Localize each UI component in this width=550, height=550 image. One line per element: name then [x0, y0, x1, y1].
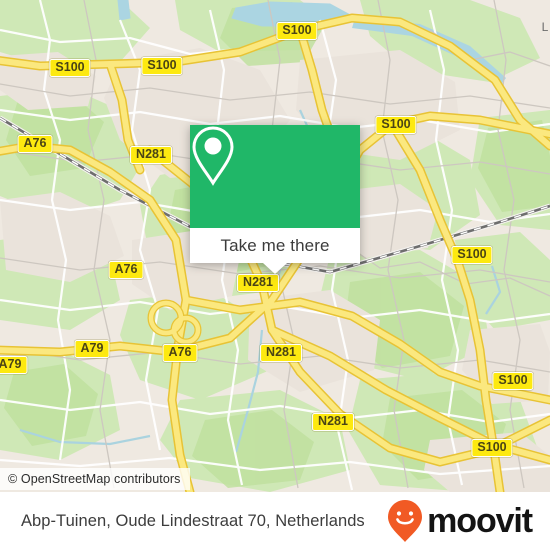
map-canvas[interactable]: S100 S100 S100 S100 S100 S100 S100 A76 A76 A76 A79…	[0, 0, 550, 492]
road-shield: A76	[162, 344, 198, 362]
map-screenshot: S100 S100 S100 S100 S100 S100 S100 A76 A76 A76 A79…	[0, 0, 550, 550]
moovit-wordmark: moovit	[427, 502, 533, 540]
popup-action-area[interactable]: Take me there	[190, 228, 360, 263]
osm-attribution[interactable]: © OpenStreetMap contributors	[0, 468, 190, 490]
take-me-there-label: Take me there	[220, 235, 330, 255]
popup-tail	[263, 263, 287, 274]
road-shield: S100	[141, 57, 183, 75]
road-shield: N281	[130, 146, 172, 164]
road-shield: A76	[17, 135, 53, 153]
location-address: Abp-Tuinen, Oude Lindestraat 70, Netherl…	[21, 511, 365, 530]
road-shield: N281	[312, 413, 354, 431]
moovit-brand[interactable]: moovit	[386, 499, 533, 543]
popup-icon-area	[190, 125, 360, 228]
road-shield: S100	[375, 116, 417, 134]
road-shield: A79	[0, 356, 28, 374]
road-shield: A76	[108, 261, 144, 279]
road-shield: S100	[451, 246, 493, 264]
road-shield: S100	[276, 22, 318, 40]
map-pin-icon	[192, 126, 234, 186]
road-shield: N281	[260, 344, 302, 362]
location-popup-card[interactable]: Take me there	[190, 125, 360, 274]
place-label: L	[541, 20, 549, 34]
road-shield: S100	[49, 59, 91, 77]
road-shield: A79	[74, 340, 110, 358]
footer-bar: Abp-Tuinen, Oude Lindestraat 70, Netherl…	[0, 492, 550, 550]
road-shield: N281	[237, 274, 279, 292]
road-shield: S100	[471, 439, 513, 457]
moovit-pin-smiley-icon	[388, 500, 423, 542]
road-shield: S100	[492, 372, 534, 390]
